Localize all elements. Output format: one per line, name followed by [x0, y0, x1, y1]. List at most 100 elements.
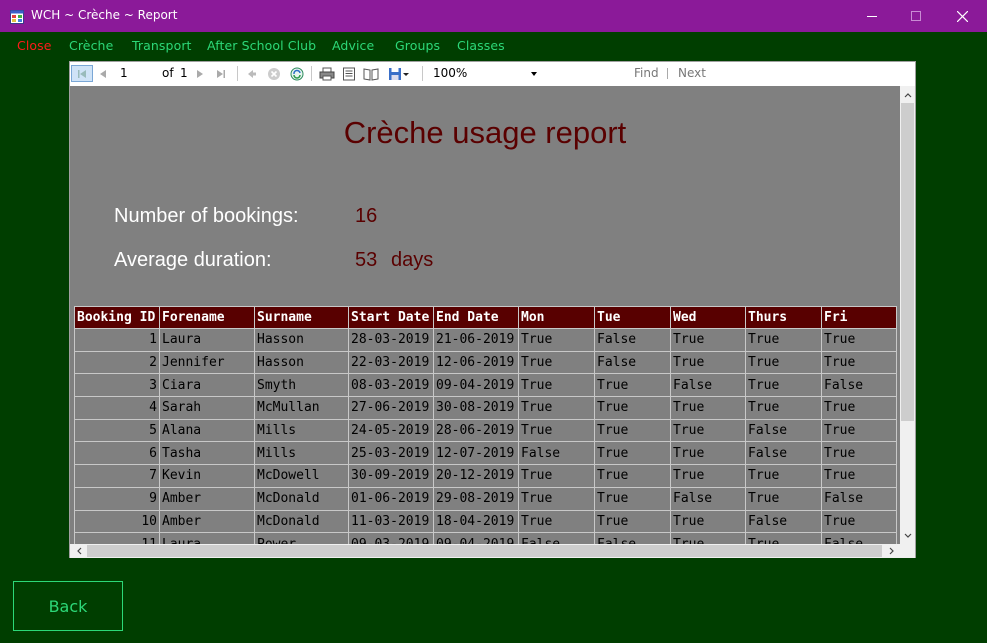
- horizontal-scrollbar[interactable]: [70, 544, 900, 558]
- previous-page-button[interactable]: [96, 65, 110, 82]
- mon-cell: True: [518, 509, 595, 534]
- first-page-button[interactable]: [71, 65, 93, 82]
- duration-value: 53: [355, 249, 378, 271]
- find-separator: [667, 68, 668, 79]
- start-date-cell: 11-03-2019: [348, 509, 434, 534]
- mon-cell: True: [518, 418, 595, 443]
- back-to-parent-button[interactable]: [244, 65, 260, 82]
- mon-cell: True: [518, 464, 595, 488]
- start-date-cell: 30-09-2019: [348, 464, 434, 488]
- export-button[interactable]: [386, 65, 412, 82]
- column-header: Fri: [821, 306, 897, 329]
- minimize-button[interactable]: [849, 0, 895, 32]
- print-button[interactable]: [318, 65, 336, 82]
- thurs-cell: False: [745, 441, 822, 466]
- report-title: Crèche usage report: [343, 115, 627, 150]
- column-header: Surname: [254, 306, 349, 329]
- forename-cell: Laura: [159, 328, 255, 352]
- scroll-right-button[interactable]: [883, 544, 900, 558]
- stop-icon: [268, 67, 280, 80]
- find-button[interactable]: Find: [634, 66, 659, 80]
- surname-cell: Smyth: [254, 373, 349, 398]
- booking-id-cell: 5: [74, 418, 160, 443]
- last-page-button[interactable]: [213, 65, 229, 82]
- column-header: Wed: [670, 306, 746, 329]
- back-arrow-icon: [248, 69, 256, 78]
- toolbar-separator: [311, 66, 312, 81]
- back-button[interactable]: Back: [13, 581, 123, 631]
- tue-cell: True: [594, 509, 671, 534]
- print-layout-button[interactable]: [340, 65, 358, 82]
- surname-cell: Mills: [254, 441, 349, 466]
- vertical-scroll-thumb[interactable]: [901, 103, 914, 421]
- end-date-cell: 28-06-2019: [433, 418, 519, 443]
- report-viewer: 1 of 1 100% Find Next Crèche usage repor…: [69, 61, 916, 558]
- column-header: Forename: [159, 306, 255, 329]
- booking-id-cell: 11: [74, 532, 160, 544]
- duration-label: Average duration:: [114, 249, 272, 271]
- thurs-cell: False: [745, 509, 822, 534]
- table-row: 9 Amber McDonald 01-06-2019 29-08-2019 True Tr…: [74, 486, 897, 511]
- bookings-label: Number of bookings:: [114, 205, 299, 227]
- chevron-down-icon: [904, 533, 911, 538]
- tue-cell: True: [594, 396, 671, 420]
- tue-cell: False: [594, 328, 671, 352]
- start-date-cell: 27-06-2019: [348, 396, 434, 420]
- total-pages: 1: [180, 66, 188, 80]
- start-date-cell: 09-03-2019: [348, 532, 434, 544]
- menu-item-classes[interactable]: Classes: [457, 38, 505, 53]
- table-row: 3 Ciara Smyth 08-03-2019 09-04-2019 True True F…: [74, 373, 897, 398]
- tue-cell: True: [594, 486, 671, 511]
- fri-cell: True: [821, 418, 897, 443]
- print-icon: [319, 67, 335, 80]
- end-date-cell: 12-06-2019: [433, 350, 519, 375]
- menu-item-advice[interactable]: Advice: [332, 38, 374, 53]
- page-number-input[interactable]: 1: [116, 65, 156, 82]
- stop-button[interactable]: [266, 65, 282, 82]
- thurs-cell: True: [745, 464, 822, 488]
- maximize-icon: [911, 11, 921, 21]
- menu-item-groups[interactable]: Groups: [395, 38, 440, 53]
- find-next-button[interactable]: Next: [678, 66, 706, 80]
- forename-cell: Sarah: [159, 396, 255, 420]
- fri-cell: False: [821, 532, 897, 544]
- menu-item-after-school-club[interactable]: After School Club: [207, 38, 316, 53]
- table-row: 2 Jennifer Hasson 22-03-2019 12-06-2019 True F…: [74, 350, 897, 375]
- surname-cell: McDonald: [254, 486, 349, 511]
- end-date-cell: 30-08-2019: [433, 396, 519, 420]
- zoom-select[interactable]: 100%: [429, 65, 541, 82]
- scroll-down-button[interactable]: [900, 527, 915, 544]
- scroll-up-button[interactable]: [900, 86, 915, 103]
- menu-item-close[interactable]: Close: [17, 38, 52, 53]
- booking-id-cell: 1: [74, 328, 160, 352]
- refresh-button[interactable]: [289, 65, 305, 82]
- start-date-cell: 28-03-2019: [348, 328, 434, 352]
- vertical-scrollbar[interactable]: [900, 86, 915, 544]
- wed-cell: True: [670, 509, 746, 534]
- dropdown-arrow-icon: [403, 72, 409, 76]
- maximize-button[interactable]: [893, 0, 939, 32]
- find-text-input[interactable]: [550, 65, 626, 82]
- toolbar-separator: [237, 66, 238, 81]
- start-date-cell: 24-05-2019: [348, 418, 434, 443]
- menu-item-creche[interactable]: Crèche: [69, 38, 113, 53]
- next-page-button[interactable]: [193, 65, 207, 82]
- column-header: Booking ID: [74, 306, 160, 329]
- start-date-cell: 01-06-2019: [348, 486, 434, 511]
- table-row: 5 Alana Mills 24-05-2019 28-06-2019 True True T…: [74, 418, 897, 443]
- report-page: Crèche usage report Number of bookings: …: [70, 86, 900, 544]
- page-setup-button[interactable]: [362, 65, 380, 82]
- menu-item-transport[interactable]: Transport: [132, 38, 192, 53]
- wed-cell: True: [670, 350, 746, 375]
- forename-cell: Amber: [159, 486, 255, 511]
- column-header: Tue: [594, 306, 671, 329]
- horizontal-scroll-thumb[interactable]: [87, 545, 882, 557]
- mon-cell: True: [518, 328, 595, 352]
- report-toolbar: 1 of 1 100% Find Next: [70, 62, 915, 85]
- duration-unit: days: [391, 249, 434, 271]
- tue-cell: True: [594, 441, 671, 466]
- close-window-button[interactable]: [939, 0, 985, 32]
- start-date-cell: 25-03-2019: [348, 441, 434, 466]
- booking-id-cell: 4: [74, 396, 160, 420]
- scroll-left-button[interactable]: [70, 544, 87, 558]
